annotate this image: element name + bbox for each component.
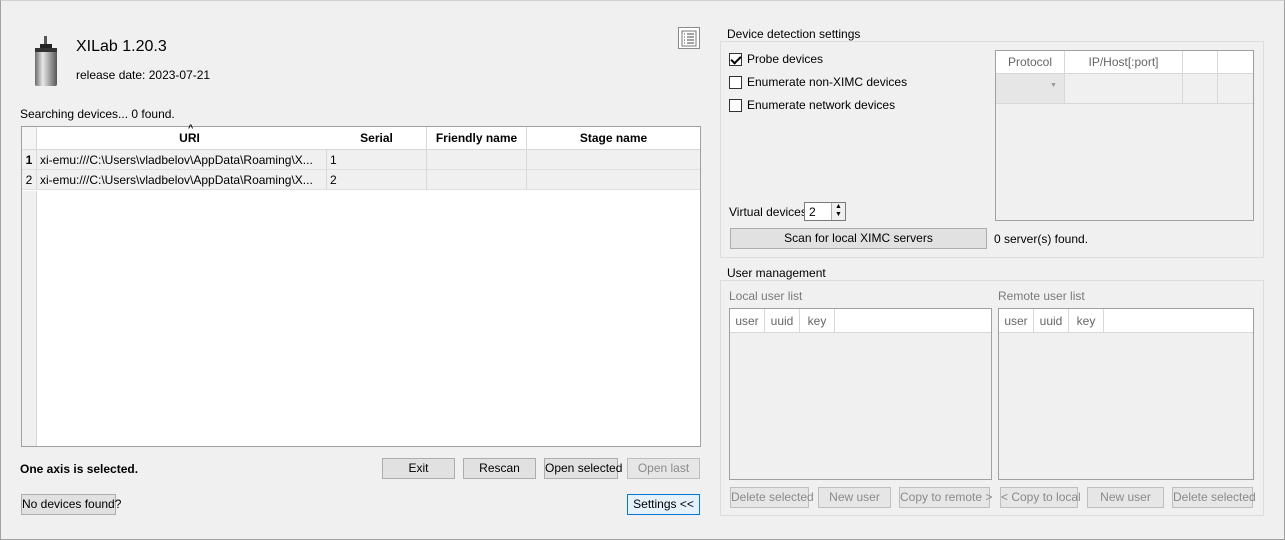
column-header-serial[interactable]: Serial: [327, 127, 427, 150]
device-stage-name-cell[interactable]: [527, 150, 700, 170]
column-header-label: URI: [179, 131, 200, 145]
device-table[interactable]: URI ^ Serial Friendly name Stage name 1 …: [21, 123, 701, 447]
device-stage-name-cell[interactable]: [527, 170, 700, 190]
device-friendly-name-cell[interactable]: [427, 150, 527, 170]
local-user-table[interactable]: user uuid key: [729, 308, 992, 480]
device-serial-cell[interactable]: 1: [327, 150, 427, 170]
blank-cell[interactable]: [1183, 74, 1218, 104]
column-header-key[interactable]: key: [1069, 309, 1104, 333]
enumerate-non-ximc-checkbox[interactable]: Enumerate non-XIMC devices: [729, 75, 907, 89]
checkbox-label: Probe devices: [747, 52, 824, 66]
spinbox-value: 2: [809, 205, 816, 219]
selection-status: One axis is selected.: [20, 462, 139, 476]
column-header-uuid[interactable]: uuid: [765, 309, 800, 333]
column-header-stage-name[interactable]: Stage name: [527, 127, 700, 150]
probe-devices-checkbox[interactable]: Probe devices: [729, 52, 823, 66]
app-title: XILab 1.20.3: [76, 38, 167, 55]
user-management-title: User management: [724, 266, 829, 280]
checkbox-checked-icon: [729, 52, 742, 66]
blank-cell[interactable]: [1218, 74, 1253, 104]
header-filler: [835, 309, 991, 333]
column-header-user[interactable]: user: [730, 309, 765, 333]
remote-user-list-label: Remote user list: [998, 289, 1085, 303]
checkbox-unchecked-icon: [729, 75, 742, 89]
header-filler: [1104, 309, 1253, 333]
protocol-dropdown[interactable]: ▼: [996, 74, 1065, 104]
table-corner[interactable]: [22, 127, 37, 150]
column-header-key[interactable]: key: [800, 309, 835, 333]
remote-delete-selected-button[interactable]: Delete selected: [1172, 487, 1256, 508]
settings-toggle-button[interactable]: Settings <<: [627, 494, 700, 515]
local-delete-selected-button[interactable]: Delete selected: [730, 487, 814, 508]
column-header-label: Friendly name: [435, 131, 518, 145]
copy-to-remote-button[interactable]: Copy to remote >: [899, 487, 992, 508]
exit-button[interactable]: Exit: [382, 458, 455, 479]
open-last-button[interactable]: Open last: [627, 458, 700, 479]
row-number[interactable]: 2: [22, 170, 37, 190]
row-header-column: [22, 191, 37, 446]
column-header-friendly-name[interactable]: Friendly name: [427, 127, 527, 150]
column-header-uuid[interactable]: uuid: [1034, 309, 1069, 333]
local-user-list-label: Local user list: [729, 289, 803, 303]
log-list-icon[interactable]: [678, 27, 700, 49]
enumerate-network-checkbox[interactable]: Enumerate network devices: [729, 98, 895, 112]
column-header-protocol[interactable]: Protocol: [996, 51, 1065, 74]
device-uri-cell[interactable]: xi-emu:///C:\Users\vladbelov\AppData\Roa…: [37, 170, 327, 190]
spin-arrows-icon[interactable]: ▲ ▼: [831, 203, 845, 220]
search-status: Searching devices... 0 found.: [20, 107, 175, 121]
scan-local-servers-button[interactable]: Scan for local XIMC servers: [730, 228, 987, 249]
local-new-user-button[interactable]: New user: [818, 487, 891, 508]
column-header-label: Serial: [360, 131, 393, 145]
network-protocol-table[interactable]: Protocol IP/Host[:port] ▼: [995, 50, 1254, 221]
checkbox-label: Enumerate non-XIMC devices: [747, 75, 908, 89]
column-header-uri[interactable]: URI ^: [37, 123, 343, 150]
device-serial-cell[interactable]: 2: [327, 170, 427, 190]
virtual-devices-label: Virtual devices: [729, 205, 807, 219]
sort-up-icon: ^: [188, 123, 194, 133]
device-friendly-name-cell[interactable]: [427, 170, 527, 190]
column-header-blank[interactable]: [1183, 51, 1218, 74]
release-date: release date: 2023-07-21: [76, 68, 211, 82]
no-devices-found-button[interactable]: No devices found?: [21, 494, 121, 515]
remote-user-table[interactable]: user uuid key: [998, 308, 1254, 480]
iphost-cell[interactable]: [1065, 74, 1183, 104]
virtual-devices-spinbox[interactable]: 2 ▲ ▼: [804, 202, 846, 221]
checkbox-unchecked-icon: [729, 98, 742, 112]
row-number[interactable]: 1: [22, 150, 37, 170]
rescan-button[interactable]: Rescan: [463, 458, 536, 479]
chevron-down-icon: ▼: [1050, 82, 1057, 89]
device-detection-title: Device detection settings: [724, 27, 864, 41]
column-header-blank[interactable]: [1218, 51, 1253, 74]
motor-icon: [35, 36, 57, 86]
checkbox-label: Enumerate network devices: [747, 98, 896, 112]
column-header-label: Stage name: [579, 131, 648, 145]
remote-new-user-button[interactable]: New user: [1087, 487, 1164, 508]
column-header-user[interactable]: user: [999, 309, 1034, 333]
servers-found-status: 0 server(s) found.: [994, 232, 1089, 246]
open-selected-button[interactable]: Open selected: [544, 458, 622, 479]
column-header-iphost[interactable]: IP/Host[:port]: [1065, 51, 1183, 74]
device-uri-cell[interactable]: xi-emu:///C:\Users\vladbelov\AppData\Roa…: [37, 150, 327, 170]
copy-to-local-button[interactable]: < Copy to local: [1000, 487, 1081, 508]
